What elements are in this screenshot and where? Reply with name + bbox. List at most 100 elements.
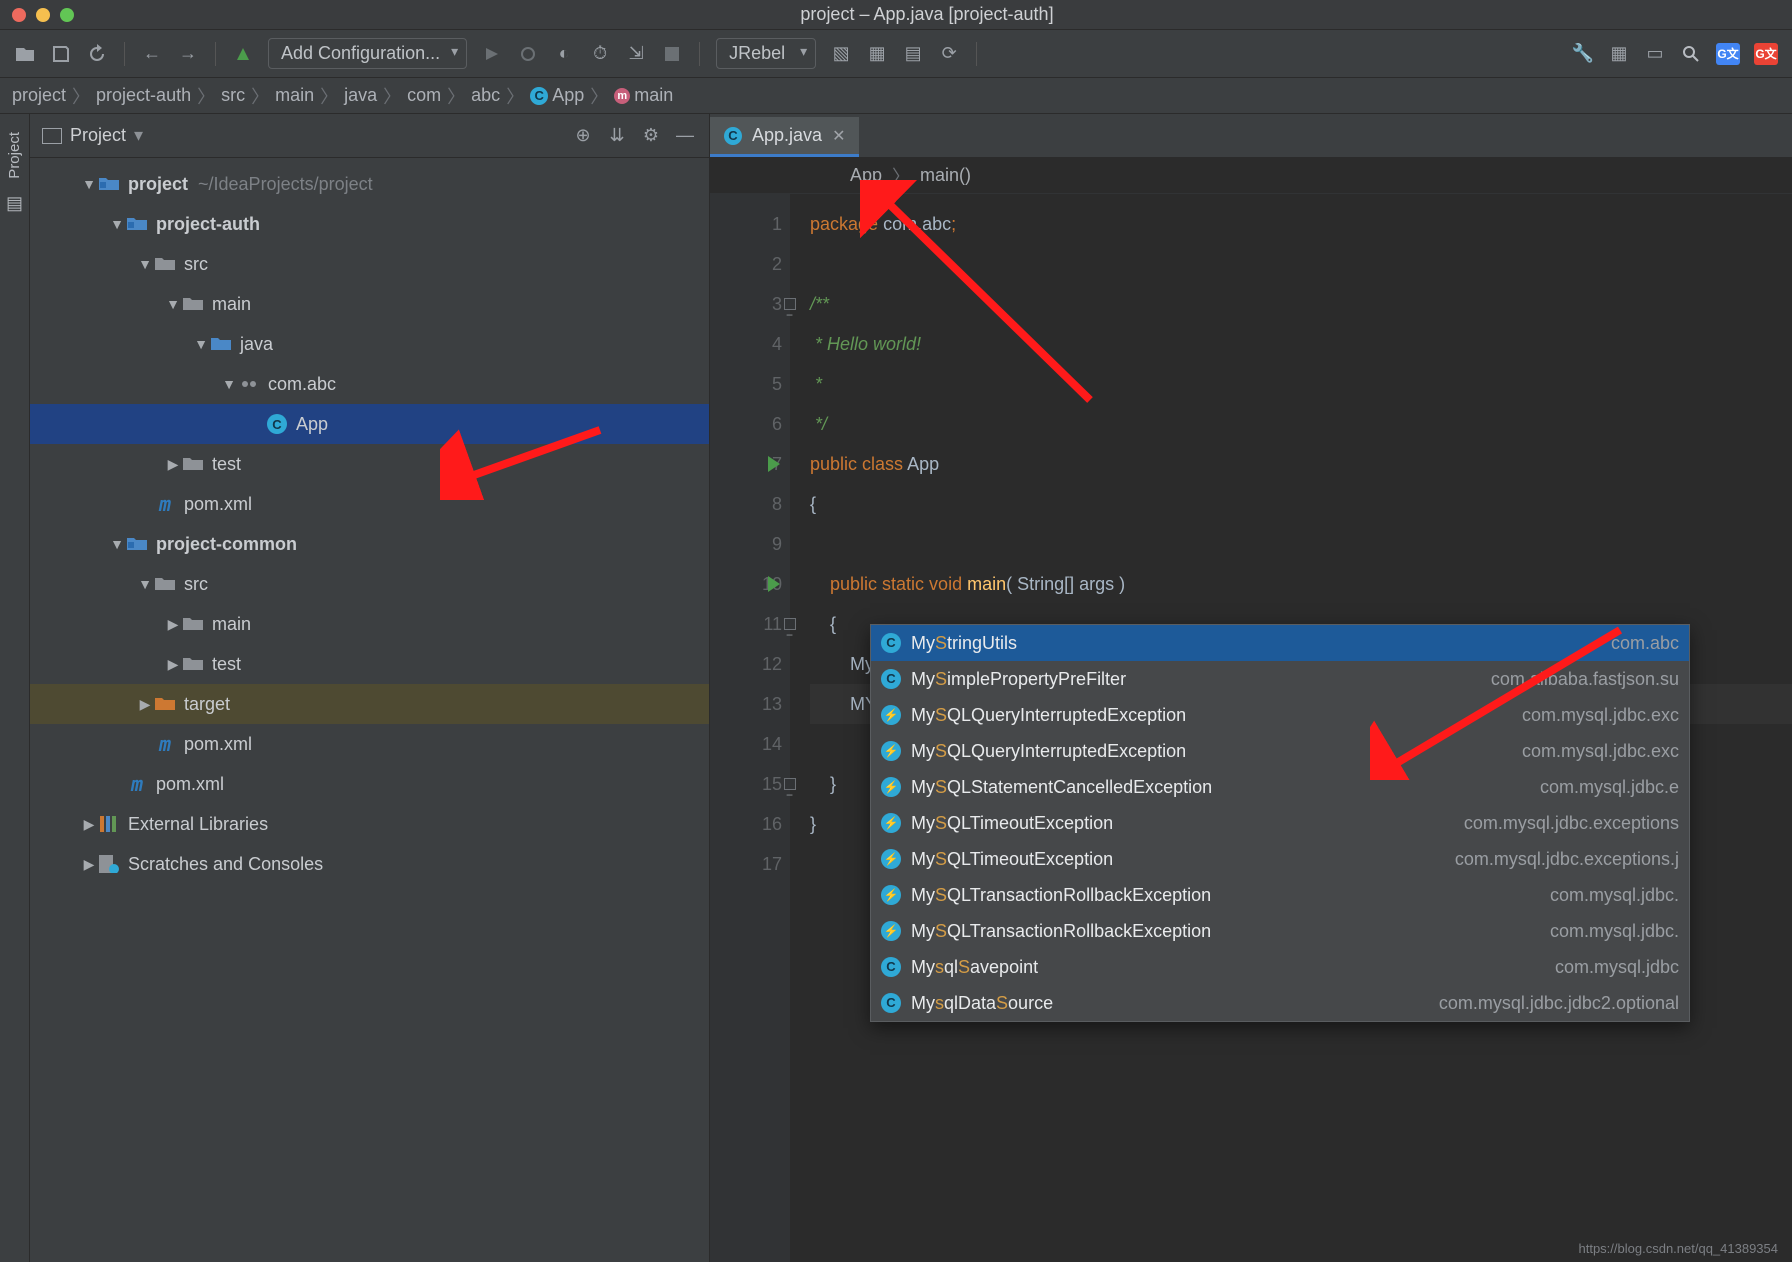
- tree-node[interactable]: ▶Scratches and Consoles: [30, 844, 709, 884]
- tree-node[interactable]: ▼java: [30, 324, 709, 364]
- bc-item[interactable]: mmain: [614, 85, 673, 106]
- structure-icon[interactable]: ▦: [1608, 43, 1630, 65]
- tab-app-java[interactable]: C App.java ✕: [710, 117, 859, 157]
- project-panel-title[interactable]: Project ▾: [42, 125, 143, 146]
- crumb[interactable]: main(): [920, 165, 971, 186]
- completion-item[interactable]: CMysqlDataSourcecom.mysql.jdbc.jdbc2.opt…: [871, 985, 1689, 1021]
- locate-icon[interactable]: ⊕: [571, 124, 595, 148]
- jrebel-icon-3[interactable]: ▤: [902, 43, 924, 65]
- tree-node[interactable]: mpom.xml: [30, 484, 709, 524]
- chevron-icon[interactable]: ▼: [136, 256, 154, 272]
- gutter[interactable]: 1 2 3 4 5 6 7 8 9 10 11 12 13 14 15 16 1…: [710, 194, 790, 1262]
- bc-item[interactable]: src: [221, 85, 245, 106]
- completion-item[interactable]: MySQLTimeoutExceptioncom.mysql.jdbc.exce…: [871, 841, 1689, 877]
- tree-node[interactable]: ▶test: [30, 644, 709, 684]
- tree-node[interactable]: ▶test: [30, 444, 709, 484]
- back-icon[interactable]: ←: [141, 43, 163, 65]
- search-everywhere-icon[interactable]: [1680, 43, 1702, 65]
- jrebel-icon-4[interactable]: ⟳: [938, 43, 960, 65]
- completion-item[interactable]: MySQLQueryInterruptedExceptioncom.mysql.…: [871, 733, 1689, 769]
- close-icon[interactable]: ✕: [832, 126, 845, 146]
- crumb[interactable]: App: [850, 165, 882, 186]
- bc-item[interactable]: java: [344, 85, 377, 106]
- stop-icon[interactable]: [661, 43, 683, 65]
- tree-node[interactable]: ▼project~/IdeaProjects/project: [30, 164, 709, 204]
- bc-item[interactable]: CApp: [530, 85, 584, 106]
- tree-node[interactable]: ▼src: [30, 564, 709, 604]
- forward-icon[interactable]: →: [177, 43, 199, 65]
- chevron-down-icon: ▾: [134, 125, 143, 146]
- run-gutter-icon[interactable]: [768, 576, 780, 592]
- bc-item[interactable]: project: [12, 85, 66, 106]
- completion-item[interactable]: MySQLTransactionRollbackExceptioncom.mys…: [871, 877, 1689, 913]
- chevron-icon[interactable]: ▼: [136, 576, 154, 592]
- save-all-icon[interactable]: [50, 43, 72, 65]
- tree-node[interactable]: CApp: [30, 404, 709, 444]
- autocomplete-popup[interactable]: CMyStringUtilscom.abcCMySimplePropertyPr…: [870, 624, 1690, 1022]
- completion-item[interactable]: CMySimplePropertyPreFiltercom.alibaba.fa…: [871, 661, 1689, 697]
- code-area[interactable]: package com.abc; /** * Hello world! * */…: [790, 194, 1792, 1262]
- bc-item[interactable]: abc: [471, 85, 500, 106]
- run-anything-icon[interactable]: ▭: [1644, 43, 1666, 65]
- bc-item[interactable]: com: [407, 85, 441, 106]
- project-tree[interactable]: ▼project~/IdeaProjects/project▼project-a…: [30, 158, 709, 890]
- build-icon[interactable]: [232, 43, 254, 65]
- jrebel-combo[interactable]: JRebel: [716, 38, 816, 69]
- completion-item[interactable]: CMyStringUtilscom.abc: [871, 625, 1689, 661]
- minimize-window-icon[interactable]: [36, 8, 50, 22]
- chevron-icon[interactable]: ▼: [220, 376, 238, 392]
- translate-icon-2[interactable]: G文: [1754, 43, 1778, 65]
- run-gutter-icon[interactable]: [768, 456, 780, 472]
- open-icon[interactable]: [14, 43, 36, 65]
- chevron-icon[interactable]: ▼: [80, 176, 98, 192]
- jrebel-icon-1[interactable]: ▧: [830, 43, 852, 65]
- completion-item[interactable]: MySQLTransactionRollbackExceptioncom.mys…: [871, 913, 1689, 949]
- sync-icon[interactable]: [86, 43, 108, 65]
- hide-icon[interactable]: —: [673, 124, 697, 148]
- chevron-icon[interactable]: ▶: [164, 616, 182, 633]
- coverage-icon[interactable]: ◐: [553, 43, 575, 65]
- class-icon: C: [881, 957, 901, 977]
- chevron-icon[interactable]: ▼: [108, 216, 126, 232]
- tree-node[interactable]: ▼com.abc: [30, 364, 709, 404]
- completion-item[interactable]: CMysqlSavepointcom.mysql.jdbc: [871, 949, 1689, 985]
- completion-item[interactable]: MySQLQueryInterruptedExceptioncom.mysql.…: [871, 697, 1689, 733]
- attach-icon[interactable]: ⇲: [625, 43, 647, 65]
- chevron-icon[interactable]: ▶: [136, 696, 154, 713]
- bc-item[interactable]: main: [275, 85, 314, 106]
- chevron-icon[interactable]: ▶: [80, 816, 98, 833]
- jrebel-icon-2[interactable]: ▦: [866, 43, 888, 65]
- chevron-icon[interactable]: ▼: [164, 296, 182, 312]
- line-number: 17: [710, 844, 782, 884]
- run-config-combo[interactable]: Add Configuration...: [268, 38, 467, 69]
- tree-node[interactable]: ▼src: [30, 244, 709, 284]
- gear-icon[interactable]: ⚙: [639, 124, 663, 148]
- tree-node[interactable]: ▼main: [30, 284, 709, 324]
- chevron-icon[interactable]: ▼: [192, 336, 210, 352]
- tree-node[interactable]: ▶External Libraries: [30, 804, 709, 844]
- bc-item[interactable]: project-auth: [96, 85, 191, 106]
- tree-node[interactable]: ▼project-auth: [30, 204, 709, 244]
- completion-item[interactable]: MySQLStatementCancelledExceptioncom.mysq…: [871, 769, 1689, 805]
- chevron-icon[interactable]: ▶: [164, 456, 182, 473]
- line-number: 14: [710, 724, 782, 764]
- zoom-window-icon[interactable]: [60, 8, 74, 22]
- collapse-all-icon[interactable]: ⇊: [605, 124, 629, 148]
- tree-node[interactable]: ▶main: [30, 604, 709, 644]
- tree-node[interactable]: mpom.xml: [30, 724, 709, 764]
- completion-item[interactable]: MySQLTimeoutExceptioncom.mysql.jdbc.exce…: [871, 805, 1689, 841]
- tree-node[interactable]: ▶target: [30, 684, 709, 724]
- debug-icon[interactable]: [517, 43, 539, 65]
- chevron-icon[interactable]: ▼: [108, 536, 126, 552]
- close-window-icon[interactable]: [12, 8, 26, 22]
- translate-icon-1[interactable]: G文: [1716, 43, 1740, 65]
- project-tool-tab[interactable]: Project: [6, 132, 23, 179]
- chevron-icon[interactable]: ▶: [164, 656, 182, 673]
- structure-tool-tab-icon[interactable]: ▤: [6, 193, 23, 214]
- run-icon[interactable]: [481, 43, 503, 65]
- tree-node[interactable]: mpom.xml: [30, 764, 709, 804]
- chevron-icon[interactable]: ▶: [80, 856, 98, 873]
- tools-icon[interactable]: 🔧: [1572, 43, 1594, 65]
- tree-node[interactable]: ▼project-common: [30, 524, 709, 564]
- profile-icon[interactable]: ⏱: [589, 43, 611, 65]
